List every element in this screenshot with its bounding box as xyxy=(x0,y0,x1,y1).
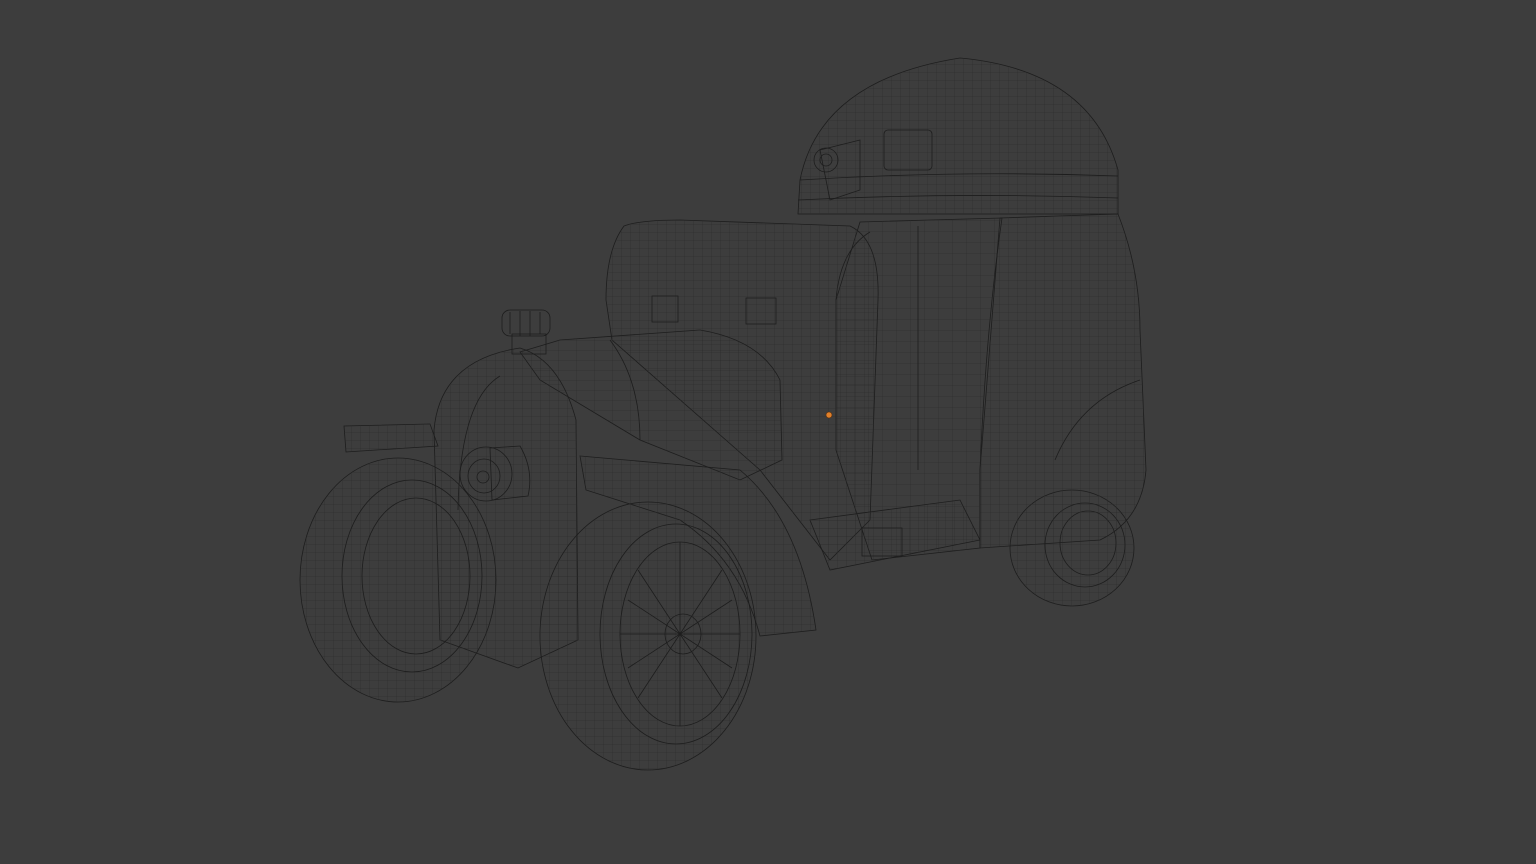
mesh-render[interactable] xyxy=(0,0,1536,864)
dome-turret[interactable] xyxy=(797,57,1119,215)
object-origin-point[interactable] xyxy=(825,411,833,419)
left-fender[interactable] xyxy=(343,423,439,453)
3d-viewport[interactable] xyxy=(0,0,1536,864)
front-wheel-left[interactable] xyxy=(299,457,497,703)
rear-cabin[interactable] xyxy=(979,213,1147,549)
front-wheel-right[interactable] xyxy=(539,501,757,771)
